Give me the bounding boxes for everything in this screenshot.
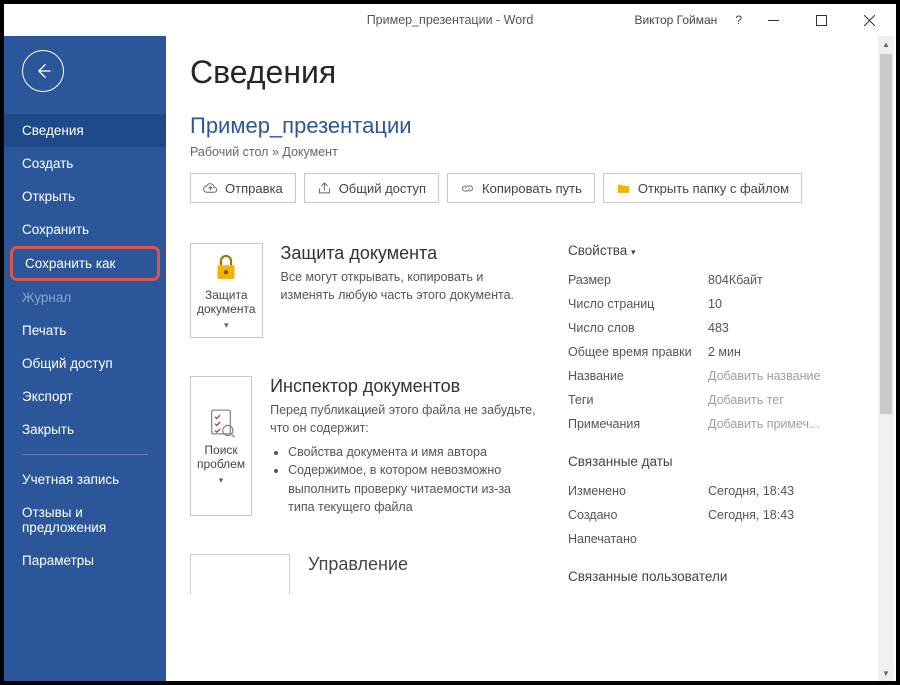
copy-path-button[interactable]: Копировать путь	[447, 173, 595, 203]
share-button[interactable]: Общий доступ	[304, 173, 439, 203]
check-issues-button[interactable]: Поиск проблем ▾	[190, 376, 252, 516]
property-row: Общее время правки2 мин	[568, 340, 866, 364]
inspect-title: Инспектор документов	[270, 376, 540, 397]
user-name[interactable]: Виктор Гойман	[635, 13, 718, 27]
backstage-sidebar: Сведения Создать Открыть Сохранить Сохра…	[4, 36, 166, 681]
folder-icon	[616, 181, 631, 196]
property-value: 483	[708, 321, 729, 335]
send-button[interactable]: Отправка	[190, 173, 296, 203]
titlebar: Пример_презентации - Word Виктор Гойман …	[4, 4, 896, 36]
nav-export[interactable]: Экспорт	[4, 380, 166, 413]
nav-save[interactable]: Сохранить	[4, 213, 166, 246]
inspect-desc: Перед публикацией этого файла не забудьт…	[270, 401, 540, 437]
property-value: 2 мин	[708, 345, 741, 359]
minimize-button[interactable]	[756, 6, 790, 34]
protect-title: Защита документа	[281, 243, 540, 264]
property-key: Примечания	[568, 417, 708, 431]
info-toolbar: Отправка Общий доступ Копировать путь От…	[190, 173, 896, 203]
property-key: Теги	[568, 393, 708, 407]
lock-icon	[209, 250, 243, 284]
manage-title: Управление	[308, 554, 408, 575]
help-button[interactable]: ?	[735, 13, 742, 27]
property-row: ПримечанияДобавить примеч...	[568, 412, 866, 436]
window-title: Пример_презентации - Word	[367, 13, 534, 27]
vertical-scrollbar[interactable]: ▲ ▼	[878, 36, 894, 681]
page-heading: Сведения	[190, 54, 896, 91]
property-key: Название	[568, 369, 708, 383]
checklist-icon	[204, 405, 238, 439]
property-value: 804Кбайт	[708, 273, 763, 287]
inspect-item: Свойства документа и имя автора	[288, 443, 540, 461]
related-users-heading: Связанные пользователи	[568, 569, 866, 584]
properties-panel: Свойства ▾ Размер804КбайтЧисло страниц10…	[568, 243, 896, 594]
inspect-item: Содержимое, в котором невозможно выполни…	[288, 461, 540, 515]
cloud-upload-icon	[203, 181, 218, 196]
date-value: Сегодня, 18:43	[708, 484, 794, 498]
protect-section: Защита документа ▾ Защита документа Все …	[190, 243, 540, 338]
nav-info[interactable]: Сведения	[4, 114, 166, 147]
property-value[interactable]: Добавить примеч...	[708, 417, 819, 431]
property-row: Число слов483	[568, 316, 866, 340]
app-window: Пример_презентации - Word Виктор Гойман …	[0, 0, 900, 685]
main-panel: Сведения Пример_презентации Рабочий стол…	[166, 36, 896, 681]
open-folder-button[interactable]: Открыть папку с файлом	[603, 173, 802, 203]
manage-section: Управление	[190, 554, 540, 594]
nav-new[interactable]: Создать	[4, 147, 166, 180]
date-row: Напечатано	[568, 527, 866, 551]
scroll-thumb[interactable]	[880, 54, 892, 414]
nav-options[interactable]: Параметры	[4, 544, 166, 577]
related-dates-heading: Связанные даты	[568, 454, 866, 469]
date-key: Создано	[568, 508, 708, 522]
property-key: Число страниц	[568, 297, 708, 311]
date-value: Сегодня, 18:43	[708, 508, 794, 522]
date-key: Изменено	[568, 484, 708, 498]
nav-account[interactable]: Учетная запись	[4, 463, 166, 496]
property-key: Общее время правки	[568, 345, 708, 359]
scroll-up-icon[interactable]: ▲	[878, 36, 894, 52]
nav-separator	[22, 454, 148, 455]
close-button[interactable]	[852, 6, 886, 34]
chevron-down-icon: ▾	[224, 320, 229, 331]
nav-feedback[interactable]: Отзывы и предложения	[4, 496, 166, 544]
maximize-button[interactable]	[804, 6, 838, 34]
date-key: Напечатано	[568, 532, 708, 546]
share-icon	[317, 181, 332, 196]
breadcrumb: Рабочий стол » Документ	[190, 145, 896, 159]
property-row: НазваниеДобавить название	[568, 364, 866, 388]
scroll-down-icon[interactable]: ▼	[878, 665, 894, 681]
nav-history: Журнал	[4, 281, 166, 314]
back-button[interactable]	[22, 50, 64, 92]
properties-heading[interactable]: Свойства ▾	[568, 243, 866, 258]
property-value[interactable]: Добавить тег	[708, 393, 784, 407]
date-row: СозданоСегодня, 18:43	[568, 503, 866, 527]
nav-open[interactable]: Открыть	[4, 180, 166, 213]
property-row: ТегиДобавить тег	[568, 388, 866, 412]
property-key: Размер	[568, 273, 708, 287]
property-value[interactable]: Добавить название	[708, 369, 820, 383]
property-value: 10	[708, 297, 722, 311]
nav-print[interactable]: Печать	[4, 314, 166, 347]
inspect-section: Поиск проблем ▾ Инспектор документов Пер…	[190, 376, 540, 516]
property-row: Число страниц10	[568, 292, 866, 316]
protect-document-button[interactable]: Защита документа ▾	[190, 243, 263, 338]
date-row: ИзмененоСегодня, 18:43	[568, 479, 866, 503]
nav-save-as[interactable]: Сохранить как	[10, 246, 160, 281]
property-key: Число слов	[568, 321, 708, 335]
document-title: Пример_презентации	[190, 113, 896, 139]
property-row: Размер804Кбайт	[568, 268, 866, 292]
nav-share[interactable]: Общий доступ	[4, 347, 166, 380]
link-icon	[460, 181, 475, 196]
protect-desc: Все могут открывать, копировать и изменя…	[281, 268, 540, 304]
manage-document-button[interactable]	[190, 554, 290, 594]
chevron-down-icon: ▾	[631, 247, 636, 257]
nav-close[interactable]: Закрыть	[4, 413, 166, 446]
chevron-down-icon: ▾	[219, 475, 224, 486]
